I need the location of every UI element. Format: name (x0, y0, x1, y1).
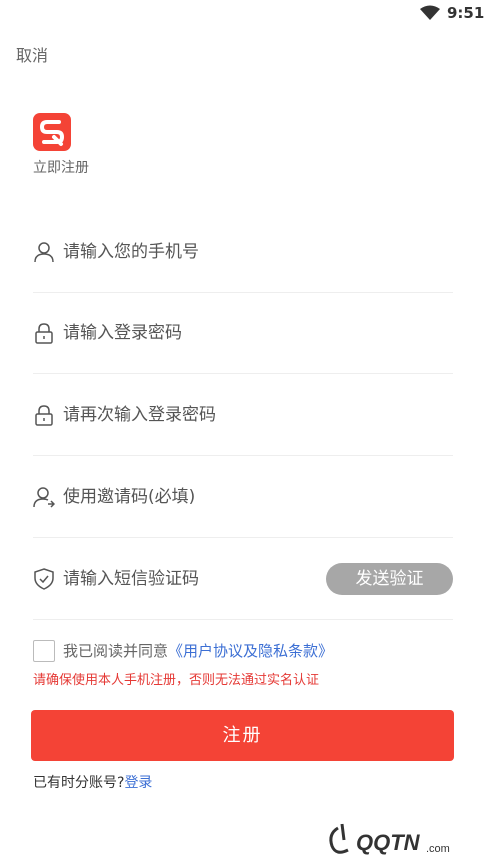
lock-icon (35, 405, 53, 426)
invite-code-field-row (33, 458, 453, 538)
register-subtitle: 立即注册 (33, 160, 89, 176)
register-button[interactable]: 注册 (31, 710, 454, 761)
warning-text: 请确保使用本人手机注册，否则无法通过实名认证 (33, 673, 320, 688)
agreement-link[interactable]: 《用户协议及隐私条款》 (168, 642, 333, 660)
phone-input[interactable] (63, 235, 443, 269)
register-screen: 9:51 取消 立即注册 请输入您的手机号 使用邀请码(必填) 请输入短信验证码… (0, 0, 484, 864)
add-user-icon (33, 487, 55, 508)
svg-text:.com: .com (426, 843, 450, 855)
status-bar: 9:51 (0, 0, 484, 26)
watermark-logo: QQTN .com (329, 823, 450, 855)
sms-code-field-row: 发送验证 (33, 540, 453, 620)
send-code-button[interactable]: 发送验证 (326, 563, 453, 595)
password-input[interactable] (63, 316, 443, 350)
wifi-icon (420, 5, 440, 20)
login-prompt: 已有时分账号?登录 (33, 772, 152, 792)
password-field-row (33, 294, 453, 374)
agreement-prefix: 我已阅读并同意 (63, 642, 169, 660)
login-prompt-text: 已有时分账号? (33, 775, 125, 791)
cancel-button[interactable]: 取消 (16, 42, 48, 66)
app-logo (33, 113, 71, 151)
invite-code-input[interactable] (63, 480, 443, 514)
agree-checkbox[interactable] (33, 640, 55, 662)
svg-text:QQTN: QQTN (356, 830, 421, 855)
sms-code-input[interactable] (63, 562, 313, 596)
password-confirm-input[interactable] (63, 398, 443, 432)
password-confirm-field-row (33, 376, 453, 456)
shield-check-icon (34, 568, 54, 590)
agreement-text: 我已阅读并同意《用户协议及隐私条款》 (63, 640, 333, 662)
login-link[interactable]: 登录 (124, 775, 152, 791)
user-icon (34, 242, 54, 263)
status-time: 9:51 (447, 4, 484, 22)
phone-field-row (33, 213, 453, 293)
lock-icon (35, 323, 53, 344)
